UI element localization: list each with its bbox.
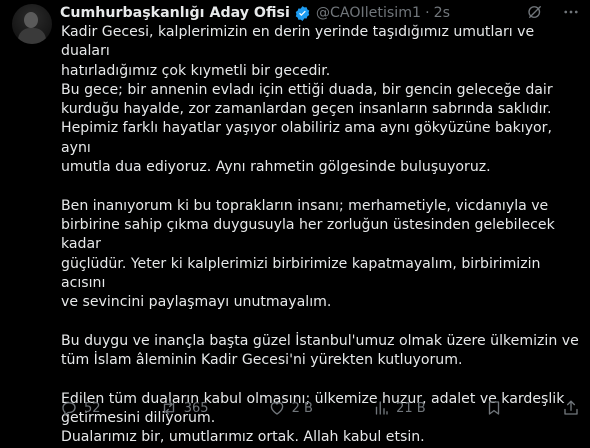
tweet: Cumhurbaşkanlığı Aday Ofisi @CAOIletisim… — [0, 0, 590, 445]
top-icons — [526, 3, 580, 21]
reply-button[interactable]: 52 — [60, 399, 101, 417]
bookmark-button[interactable] — [485, 399, 503, 417]
action-bar: 52 365 2 B 21 B — [60, 398, 580, 418]
timestamp[interactable]: 2s — [434, 5, 450, 21]
tweet-body: Kadir Gecesi, kalplerimizin en derin yer… — [61, 23, 581, 448]
share-button[interactable] — [562, 399, 580, 417]
views-button[interactable]: 21 B — [372, 399, 426, 417]
paragraph-1: Kadir Gecesi, kalplerimizin en derin yer… — [61, 24, 553, 176]
repost-count: 365 — [183, 400, 209, 416]
bookmark-icon — [488, 401, 500, 415]
like-count: 2 B — [291, 400, 313, 416]
author-handle[interactable]: @CAOIletisim1 — [316, 5, 421, 21]
paragraph-3: Bu duygu ve inançla başta güzel İstanbul… — [61, 332, 579, 369]
tweet-header: Cumhurbaşkanlığı Aday Ofisi @CAOIletisim… — [60, 3, 450, 23]
reply-count: 52 — [84, 400, 101, 416]
like-button[interactable]: 2 B — [268, 399, 313, 417]
share-icon — [564, 400, 578, 415]
reply-icon — [62, 402, 76, 416]
views-count: 21 B — [396, 400, 426, 416]
repost-button[interactable]: 365 — [160, 399, 209, 417]
paragraph-2: Ben inanıyorum ki bu toprakların insanı;… — [61, 197, 555, 311]
avatar-face — [24, 12, 38, 28]
more-options-icon[interactable] — [562, 3, 580, 21]
repost-icon — [163, 401, 174, 415]
views-chart-icon — [375, 401, 388, 415]
heart-icon — [270, 402, 283, 415]
avatar[interactable] — [12, 4, 52, 44]
grok-icon[interactable] — [526, 3, 544, 21]
author-name[interactable]: Cumhurbaşkanlığı Aday Ofisi — [60, 5, 290, 21]
separator-dot: · — [425, 5, 430, 21]
verified-badge-icon — [295, 5, 310, 21]
avatar-body — [18, 28, 46, 44]
